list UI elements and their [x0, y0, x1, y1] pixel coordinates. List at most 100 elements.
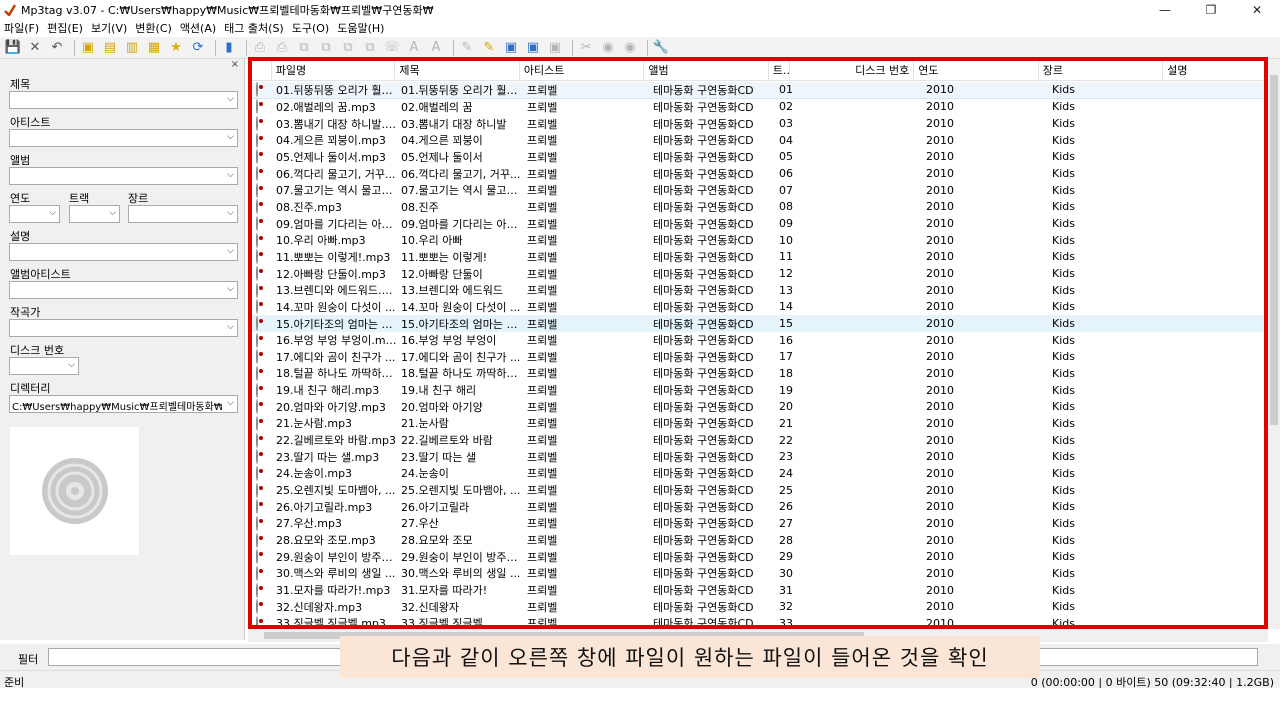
mp3-file-icon [256, 216, 258, 232]
table-row[interactable]: 17.에디와 곰이 친구가 ... 17.에디와 곰이 친구가 ... 프뢰벨 테마동… [252, 349, 1264, 366]
table-row[interactable]: 11.뽀뽀는 이렇게!.mp3 11.뽀뽀는 이렇게! 프뢰벨 테마동화 구연동화CD… [252, 249, 1264, 266]
undo-icon[interactable]: ↶ [48, 39, 66, 57]
genre-field[interactable]: ⌵ [128, 205, 238, 223]
change-directory-icon[interactable]: ▣ [79, 39, 97, 57]
filename-tag-icon[interactable]: ⧉ [317, 39, 335, 57]
table-row[interactable]: 24.눈송이.mp3 24.눈송이 프뢰벨 테마동화 구연동화CD 24 2010 Kids [252, 465, 1264, 482]
text-tag-icon[interactable]: ⧉ [339, 39, 357, 57]
table-row[interactable]: 02.애벌레의 꿈.mp3 02.애벌레의 꿈 프뢰벨 테마동화 구연동화CD 02 20… [252, 99, 1264, 116]
column-disc-number[interactable]: 디스크 번호 [790, 61, 915, 81]
column-comment[interactable]: 설명 [1163, 61, 1264, 81]
table-row[interactable]: 22.길베르토와 바람.mp3 22.길베르토와 바람 프뢰벨 테마동화 구연동화CD… [252, 432, 1264, 449]
cut-icon[interactable]: ✂ [577, 39, 595, 57]
table-row[interactable]: 33.징글벨 징글벨.mp3 33.징글벨 징글벨 프뢰벨 테마동화 구연동화CD 33… [252, 615, 1264, 625]
table-row[interactable]: 31.모자를 따라가!.mp3 31.모자를 따라가! 프뢰벨 테마동화 구연동화CD… [252, 582, 1264, 599]
source-musicbrainz-icon[interactable]: ▣ [524, 39, 542, 57]
table-row[interactable]: 25.오렌지빛 도마뱀아, ... 25.오렌지빛 도마뱀아, ... 프뢰벨 테마동… [252, 482, 1264, 499]
table-row[interactable]: 15.아기타조의 엄마는 누... 15.아기타조의 엄마는 누... 프뢰벨 테마동… [252, 315, 1264, 332]
table-row[interactable]: 04.게으른 꾀붕이.mp3 04.게으른 꾀붕이 프뢰벨 테마동화 구연동화CD 04… [252, 132, 1264, 149]
album-artist-field[interactable]: ⌵ [9, 281, 238, 299]
column-artist[interactable]: 아티스트 [520, 61, 645, 81]
table-row[interactable]: 14.꼬마 원숭이 다섯이 ... 14.꼬마 원숭이 다섯이 ... 프뢰벨 테마동… [252, 299, 1264, 316]
minimize-button[interactable]: — [1142, 0, 1188, 20]
table-row[interactable]: 08.진주.mp3 08.진주 프뢰벨 테마동화 구연동화CD 08 2010 Kids [252, 199, 1264, 216]
save-icon[interactable]: 💾 [4, 39, 22, 57]
table-row[interactable]: 29.원숭이 부인이 방주를... 29.원숭이 부인이 방주를... 프뢰벨 테마동… [252, 548, 1264, 565]
column-genre[interactable]: 장르 [1039, 61, 1164, 81]
column-title[interactable]: 제목 [395, 61, 520, 81]
case-convert-icon[interactable]: A [405, 39, 423, 57]
export-icon[interactable]: ▣ [546, 39, 564, 57]
table-row[interactable]: 05.언제나 둘이서.mp3 05.언제나 둘이서 프뢰벨 테마동화 구연동화CD 05… [252, 149, 1264, 166]
menu-edit[interactable]: 편집(E) [47, 20, 83, 36]
table-row[interactable]: 03.뽐내기 대장 하니발.m... 03.뽐내기 대장 하니발 프뢰벨 테마동화 구… [252, 115, 1264, 132]
cd-disc-icon [41, 458, 108, 524]
menu-tag-sources[interactable]: 태그 출처(S) [224, 20, 284, 36]
table-row[interactable]: 01.뒤뚱뒤뚱 오리가 훨훨... 01.뒤뚱뒤뚱 오리가 훨훨... 프뢰벨 테마동… [252, 82, 1264, 99]
disc-number-field[interactable]: ⌵ [9, 357, 79, 375]
table-row[interactable]: 28.요모와 조모.mp3 28.요모와 조모 프뢰벨 테마동화 구연동화CD 28 20… [252, 532, 1264, 549]
source-discogs-icon[interactable]: ▣ [502, 39, 520, 57]
table-row[interactable]: 06.꺽다리 물고기, 거꾸... 06.꺽다리 물고기, 거꾸... 프뢰벨 테마동… [252, 165, 1264, 182]
settings-wrench-icon[interactable]: 🔧 [652, 39, 670, 57]
folder-icon[interactable]: ▥ [123, 39, 141, 57]
year-field[interactable]: ⌵ [9, 205, 60, 223]
scrollbar-thumb[interactable] [1270, 75, 1278, 425]
menu-convert[interactable]: 변환(C) [135, 20, 172, 36]
auto-number-icon[interactable]: ☏ [383, 39, 401, 57]
web-dropdown-icon[interactable]: ◉ [621, 39, 639, 57]
comment-field[interactable]: ⌵ [9, 243, 238, 261]
mp3-file-icon [256, 565, 258, 581]
table-row[interactable]: 13.브렌디와 에드워드.m... 13.브렌디와 에드워드 프뢰벨 테마동화 구연동… [252, 282, 1264, 299]
table-row[interactable]: 09.엄마를 기다리는 아기... 09.엄마를 기다리는 아기... 프뢰벨 테마동… [252, 215, 1264, 232]
table-cell: 17.에디와 곰이 친구가 ... [401, 350, 521, 364]
table-row[interactable]: 10.우리 아빠.mp3 10.우리 아빠 프뢰벨 테마동화 구연동화CD 10 2010… [252, 232, 1264, 249]
web-source-icon[interactable]: ◉ [599, 39, 617, 57]
table-row[interactable]: 18.털끝 하나도 까딱하면... 18.털끝 하나도 까딱하면... 프뢰벨 테마동… [252, 365, 1264, 382]
table-row[interactable]: 26.아기고릴라.mp3 26.아기고릴라 프뢰벨 테마동화 구연동화CD 26 2010… [252, 498, 1264, 515]
table-row[interactable]: 07.물고기는 역시 물고기... 07.물고기는 역시 물고기... 프뢰벨 테마동… [252, 182, 1264, 199]
menu-help[interactable]: 도움말(H) [337, 20, 384, 36]
table-row[interactable]: 32.신데왕자.mp3 32.신데왕자 프뢰벨 테마동화 구연동화CD 32 2010 Ki… [252, 598, 1264, 615]
vertical-scrollbar[interactable] [1268, 59, 1280, 629]
table-row[interactable]: 12.아빠랑 단둘이.mp3 12.아빠랑 단둘이 프뢰벨 테마동화 구연동화CD 12… [252, 265, 1264, 282]
panel-close-icon[interactable]: × [231, 59, 239, 70]
remove-tag-icon[interactable]: ✕ [26, 39, 44, 57]
column-filename[interactable]: 파일명 [272, 61, 396, 81]
table-row[interactable]: 20.엄마와 아기양.mp3 20.엄마와 아기양 프뢰벨 테마동화 구연동화CD 20… [252, 398, 1264, 415]
tag-tag-icon[interactable]: ⧉ [361, 39, 379, 57]
column-track[interactable]: 트... [769, 61, 790, 81]
column-year[interactable]: 연도 [914, 61, 1039, 81]
table-row[interactable]: 23.딸기 따는 샐.mp3 23.딸기 따는 샐 프뢰벨 테마동화 구연동화CD 23… [252, 448, 1264, 465]
tag-filename-icon[interactable]: ⧉ [295, 39, 313, 57]
actions-icon[interactable]: ✎ [480, 39, 498, 57]
maximize-button[interactable]: ❐ [1188, 0, 1234, 20]
column-album[interactable]: 앨범 [644, 61, 769, 81]
menu-view[interactable]: 보기(V) [91, 20, 127, 36]
font-icon[interactable]: A [427, 39, 445, 57]
edit-icon[interactable]: ✎ [458, 39, 476, 57]
artist-field[interactable]: ⌵ [9, 129, 238, 147]
table-row[interactable]: 30.맥스와 루비의 생일 ... 30.맥스와 루비의 생일 ... 프뢰벨 테마동… [252, 565, 1264, 582]
print-preview-icon[interactable]: ⎙ [273, 39, 291, 57]
add-directory-icon[interactable]: ▤ [101, 39, 119, 57]
open-folder-icon[interactable]: ▦ [145, 39, 163, 57]
table-row[interactable]: 16.부엉 부엉 부엉이.mp3 16.부엉 부엉 부엉이 프뢰벨 테마동화 구연동화… [252, 332, 1264, 349]
table-row[interactable]: 19.내 친구 해리.mp3 19.내 친구 해리 프뢰벨 테마동화 구연동화CD 19… [252, 382, 1264, 399]
table-row[interactable]: 21.눈사람.mp3 21.눈사람 프뢰벨 테마동화 구연동화CD 21 2010 Kids [252, 415, 1264, 432]
menu-file[interactable]: 파일(F) [4, 20, 39, 36]
album-field[interactable]: ⌵ [9, 167, 238, 185]
close-button[interactable]: ✕ [1234, 0, 1280, 20]
composer-field[interactable]: ⌵ [9, 319, 238, 337]
directory-field[interactable]: C:₩Users₩happy₩Music₩프뢰벨테마동화₩프로 ⌵ [9, 395, 238, 413]
title-field[interactable]: ⌵ [9, 91, 238, 109]
menu-tools[interactable]: 도구(O) [292, 20, 329, 36]
tag-panel-icon[interactable]: ▮ [220, 39, 238, 57]
print-icon[interactable]: ⎙ [251, 39, 269, 57]
table-row[interactable]: 27.우산.mp3 27.우산 프뢰벨 테마동화 구연동화CD 27 2010 Kids [252, 515, 1264, 532]
favorite-star-icon[interactable]: ★ [167, 39, 185, 57]
track-field[interactable]: ⌵ [69, 205, 120, 223]
refresh-icon[interactable]: ⟳ [189, 39, 207, 57]
cover-art-placeholder[interactable] [10, 427, 139, 555]
menu-actions[interactable]: 액션(A) [180, 20, 216, 36]
